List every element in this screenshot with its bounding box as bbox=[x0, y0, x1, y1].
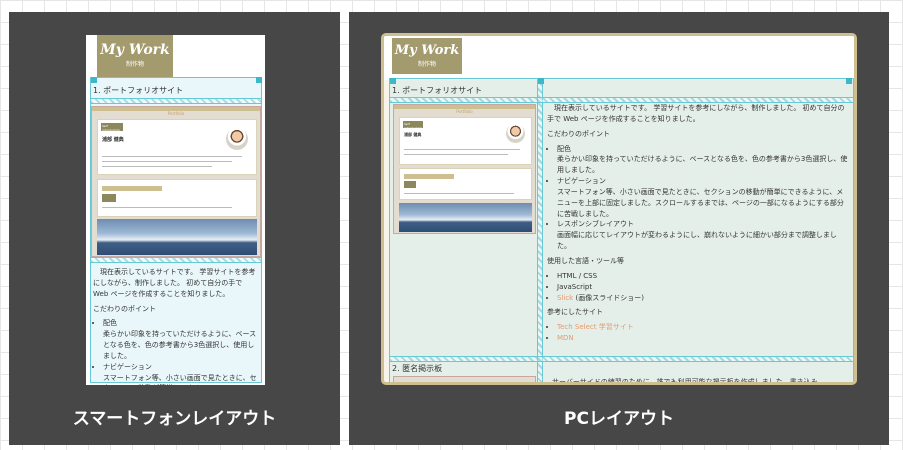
grid-marker bbox=[256, 77, 262, 83]
thumb-skills-card bbox=[399, 168, 532, 200]
thumb-logo: Self introduction bbox=[101, 123, 123, 132]
tools-list: HTML / CSS JavaScript Slick (画像スライドショー) bbox=[547, 271, 850, 304]
bbs-intro: サーバーサイドの練習のために、誰でも利用可能な掲示板を作成しました。書き込み bbox=[552, 378, 818, 385]
tool-note: (画像スライドショー) bbox=[575, 293, 644, 302]
point-title: 配色 bbox=[557, 144, 571, 153]
grid-marker bbox=[390, 78, 396, 84]
text-line bbox=[404, 149, 520, 150]
grid-column-gap bbox=[537, 78, 543, 382]
thumb-title: Portfolio bbox=[167, 111, 185, 116]
thumb-name: 浦部 健典 bbox=[404, 132, 422, 137]
points-list: 配色柔らかい印象を持っていただけるように、ベースとなる色を、色の参考書から3色選… bbox=[547, 144, 850, 252]
thumb-profile-card: Self introduction 浦部 健典 bbox=[399, 117, 532, 165]
intro-text: 現在表示しているサイトです。 学習サイトを参考にしながら、制作しました。 初めて… bbox=[93, 268, 256, 298]
point-desc: スマートフォン等、小さい画面で見たときに、セクションの移動が簡単にできる bbox=[103, 373, 257, 385]
points-heading: こだわりのポイント bbox=[93, 304, 156, 313]
tool-link[interactable]: Slick bbox=[557, 294, 573, 302]
thumb-panorama-photo bbox=[399, 203, 532, 232]
section-title-bbs: 2. 匿名掲示板 bbox=[392, 364, 443, 373]
point-desc: 柔らかい印象を持っていただけるように、ベースとなる色を、色の参考書から3色選択し… bbox=[557, 155, 848, 175]
thumb-badge bbox=[102, 194, 116, 202]
avatar bbox=[506, 124, 525, 143]
smartphone-screenshot: My Work 制作物 1. ポートフォリオサイト Portfolio Self… bbox=[86, 35, 265, 385]
point-item: 配色柔らかい印象を持っていただけるように、ベースとなる色を、色の参考書から3色選… bbox=[103, 318, 259, 361]
point-desc: 柔らかい印象を持っていただけるように、ベースとなる色を、色の参考書から3色選択し… bbox=[103, 330, 257, 360]
point-item: 配色柔らかい印象を持っていただけるように、ベースとなる色を、色の参考書から3色選… bbox=[557, 144, 850, 177]
refs-list: Tech Select 学習サイト MDN bbox=[547, 322, 850, 344]
grid-row-gap bbox=[90, 257, 262, 263]
text-line bbox=[102, 156, 242, 157]
point-title: レスポンシブレイアウト bbox=[557, 220, 634, 229]
thumb-badge bbox=[404, 181, 416, 188]
pc-caption: PCレイアウト bbox=[564, 409, 674, 429]
thumb-panorama-photo bbox=[97, 219, 257, 255]
bbs-thumbnail[interactable] bbox=[393, 376, 536, 382]
grid-marker bbox=[538, 78, 544, 84]
point-title: ナビゲーション bbox=[103, 362, 152, 371]
text-line bbox=[102, 207, 232, 208]
ref-item: MDN bbox=[557, 333, 850, 344]
logo-title: My Work bbox=[394, 43, 460, 58]
thumb-name: 浦部 健典 bbox=[102, 137, 124, 143]
portfolio-thumbnail[interactable]: Portfolio Self introduction 浦部 健典 bbox=[393, 104, 536, 234]
tag-row bbox=[404, 174, 454, 179]
smartphone-layout-panel: My Work 制作物 1. ポートフォリオサイト Portfolio Self… bbox=[9, 12, 340, 445]
logo-subtitle: 制作物 bbox=[125, 61, 144, 68]
points-list: 配色柔らかい印象を持っていただけるように、ベースとなる色を、色の参考書から3色選… bbox=[93, 318, 259, 385]
portfolio-thumbnail[interactable]: Portfolio Self introduction 浦部 健典 bbox=[91, 106, 261, 257]
section-title-portfolio: 1. ポートフォリオサイト bbox=[392, 86, 483, 95]
point-item: ナビゲーションスマートフォン等、小さい画面で見たときに、セクションの移動が簡単に… bbox=[103, 362, 259, 385]
thumb-skills-card bbox=[97, 179, 257, 217]
point-desc: スマートフォン等、小さい画面で見たときに、セクションの移動が簡単にできるように、… bbox=[557, 187, 844, 218]
logo-subtitle: 制作物 bbox=[417, 61, 436, 68]
point-item: ナビゲーションスマートフォン等、小さい画面で見たときに、セクションの移動が簡単に… bbox=[557, 176, 850, 219]
pc-layout-panel: My Work 制作物 1. ポートフォリオサイト Portfolio Self… bbox=[349, 12, 889, 445]
points-heading: こだわりのポイント bbox=[547, 129, 610, 138]
thumb-logo: Self introduction bbox=[403, 121, 423, 130]
pc-screenshot: My Work 制作物 1. ポートフォリオサイト Portfolio Self… bbox=[381, 33, 857, 385]
thumb-title: Portfolio bbox=[456, 109, 473, 114]
avatar bbox=[226, 128, 248, 150]
point-desc: 画面幅に応じてレイアウトが変わるようにし、崩れないように細かい部分まで調整しまし… bbox=[557, 231, 837, 251]
point-title: 配色 bbox=[103, 319, 117, 328]
tool-item: HTML / CSS bbox=[557, 271, 850, 282]
grid-marker bbox=[91, 77, 97, 83]
point-title: ナビゲーション bbox=[557, 177, 606, 186]
ref-link[interactable]: Tech Select 学習サイト bbox=[557, 323, 634, 331]
site-logo[interactable]: My Work 制作物 bbox=[97, 35, 173, 77]
grid-marker bbox=[846, 78, 852, 84]
ref-item: Tech Select 学習サイト bbox=[557, 322, 850, 333]
tool-item: Slick (画像スライドショー) bbox=[557, 293, 850, 304]
text-line bbox=[102, 166, 212, 167]
refs-heading: 参考にしたサイト bbox=[547, 308, 603, 317]
grid-row-gap bbox=[90, 98, 262, 104]
logo-title: My Work bbox=[100, 42, 170, 58]
text-line bbox=[404, 193, 514, 194]
grid-row-gap bbox=[389, 356, 854, 362]
section-title-portfolio: 1. ポートフォリオサイト bbox=[93, 86, 184, 95]
phone-description: 現在表示しているサイトです。 学習サイトを参考にしながら、制作しました。 初めて… bbox=[93, 267, 259, 385]
point-item: レスポンシブレイアウト画面幅に応じてレイアウトが変わるようにし、崩れないように細… bbox=[557, 219, 850, 252]
tools-heading: 使用した言語・ツール等 bbox=[547, 256, 624, 265]
smartphone-caption: スマートフォンレイアウト bbox=[72, 409, 277, 429]
tag-row bbox=[102, 186, 162, 191]
text-line bbox=[404, 154, 508, 155]
tool-item: JavaScript bbox=[557, 282, 850, 293]
intro-text: 現在表示しているサイトです。 学習サイトを参考にしながら、制作しました。 初めて… bbox=[547, 104, 845, 123]
ref-link[interactable]: MDN bbox=[557, 334, 574, 342]
site-logo[interactable]: My Work 制作物 bbox=[392, 38, 462, 74]
thumb-profile-card: Self introduction 浦部 健典 bbox=[97, 119, 257, 175]
pc-description: 現在表示しているサイトです。 学習サイトを参考にしながら、制作しました。 初めて… bbox=[547, 103, 850, 348]
text-line bbox=[102, 161, 232, 162]
